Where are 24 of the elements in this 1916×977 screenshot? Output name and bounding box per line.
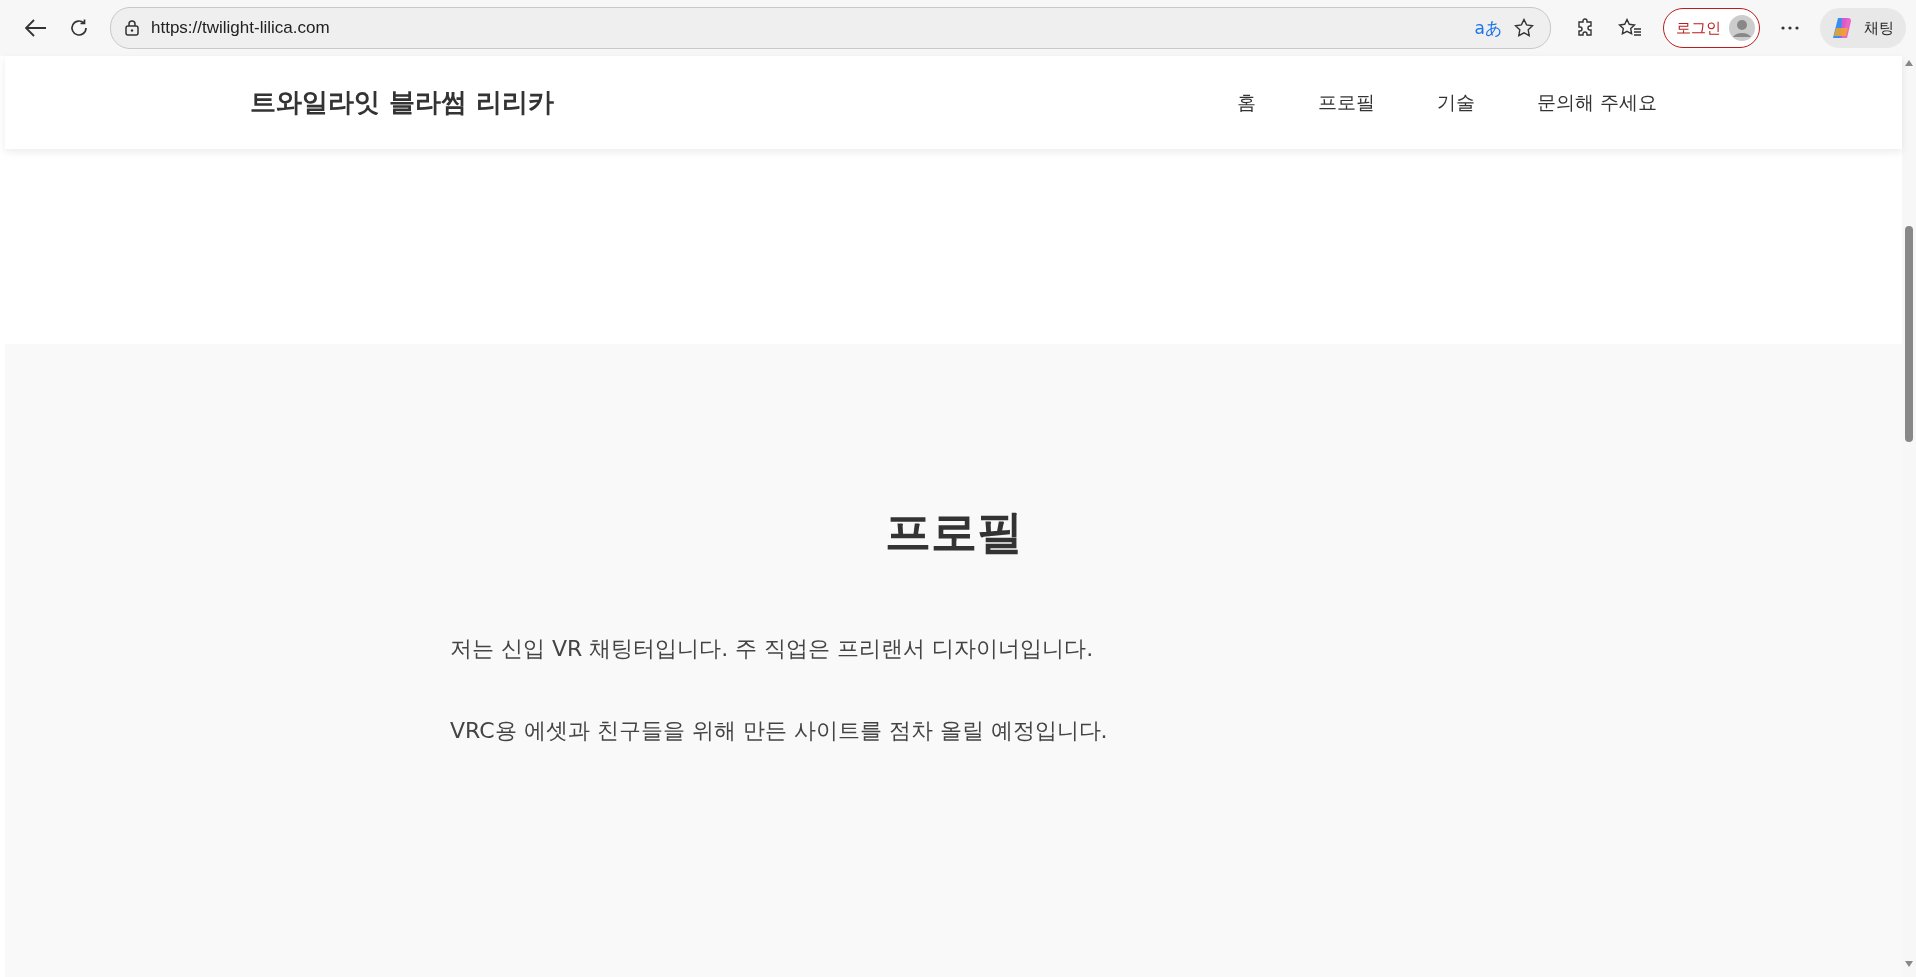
avatar-icon <box>1729 15 1755 41</box>
chat-button[interactable]: 채팅 <box>1820 8 1906 48</box>
copilot-icon <box>1830 16 1854 40</box>
translate-button[interactable]: aあ <box>1474 16 1502 40</box>
site-title[interactable]: 트와일라잇 블라썸 리리카 <box>250 85 1237 120</box>
nav-link[interactable]: 기술 <box>1436 89 1475 116</box>
scroll-up-icon[interactable] <box>1905 60 1913 66</box>
url-text: https://twilight-lilica.com <box>151 18 330 38</box>
more-icon[interactable] <box>1781 26 1799 30</box>
login-button[interactable]: 로그인 <box>1663 8 1760 48</box>
nav-link[interactable]: 홈 <box>1236 89 1256 116</box>
scrollbar-thumb[interactable] <box>1905 226 1913 442</box>
nav-link[interactable]: 프로필 <box>1317 89 1375 116</box>
star-icon[interactable] <box>1514 18 1534 38</box>
reload-icon[interactable] <box>69 18 89 38</box>
paragraph: 저는 신입 VR 채팅터입니다. 주 직업은 프리랜서 디자이너입니다. <box>450 635 1095 663</box>
section-heading: 프로필 <box>884 504 1023 561</box>
nav-link[interactable]: 문의해 주세요 <box>1536 89 1657 116</box>
back-icon[interactable] <box>25 19 47 37</box>
address-bar[interactable]: https://twilight-lilica.com aあ <box>110 7 1551 49</box>
scroll-down-icon[interactable] <box>1905 961 1913 967</box>
lock-icon <box>125 20 139 36</box>
favorites-icon[interactable] <box>1618 18 1642 38</box>
paragraph: VRC용 에셋과 친구들을 위해 만든 사이트를 점차 올릴 예정입니다. <box>450 717 1108 745</box>
